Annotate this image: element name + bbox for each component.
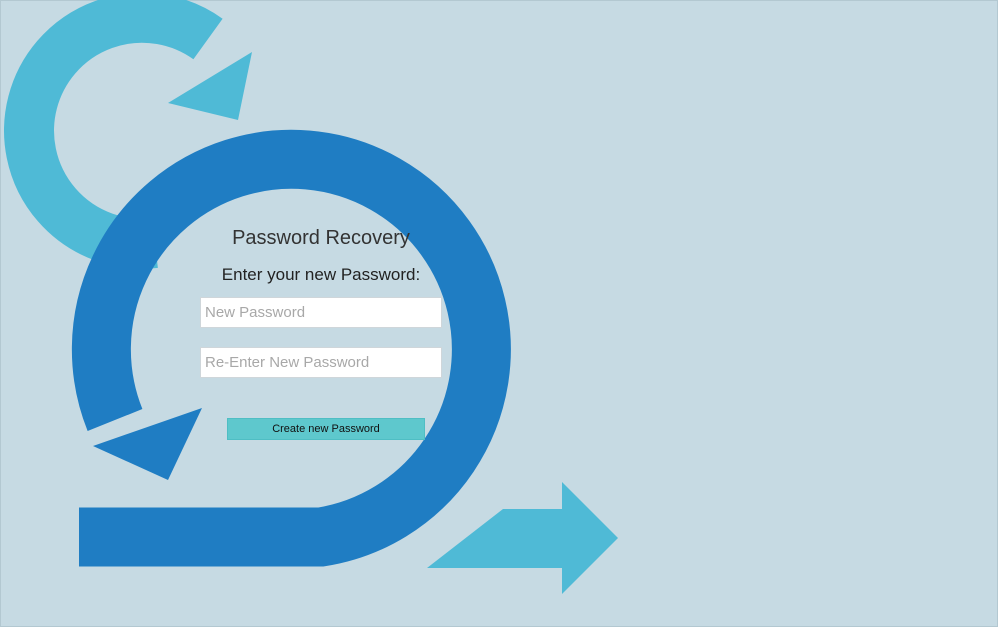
reenter-password-input[interactable] <box>200 347 442 378</box>
right-arrow-icon <box>427 482 618 594</box>
new-password-input[interactable] <box>200 297 442 328</box>
create-password-button[interactable]: Create new Password <box>227 418 425 440</box>
background-illustration <box>4 0 618 594</box>
page-title: Password Recovery <box>232 227 410 249</box>
instruction-text: Enter your new Password: <box>221 265 421 284</box>
